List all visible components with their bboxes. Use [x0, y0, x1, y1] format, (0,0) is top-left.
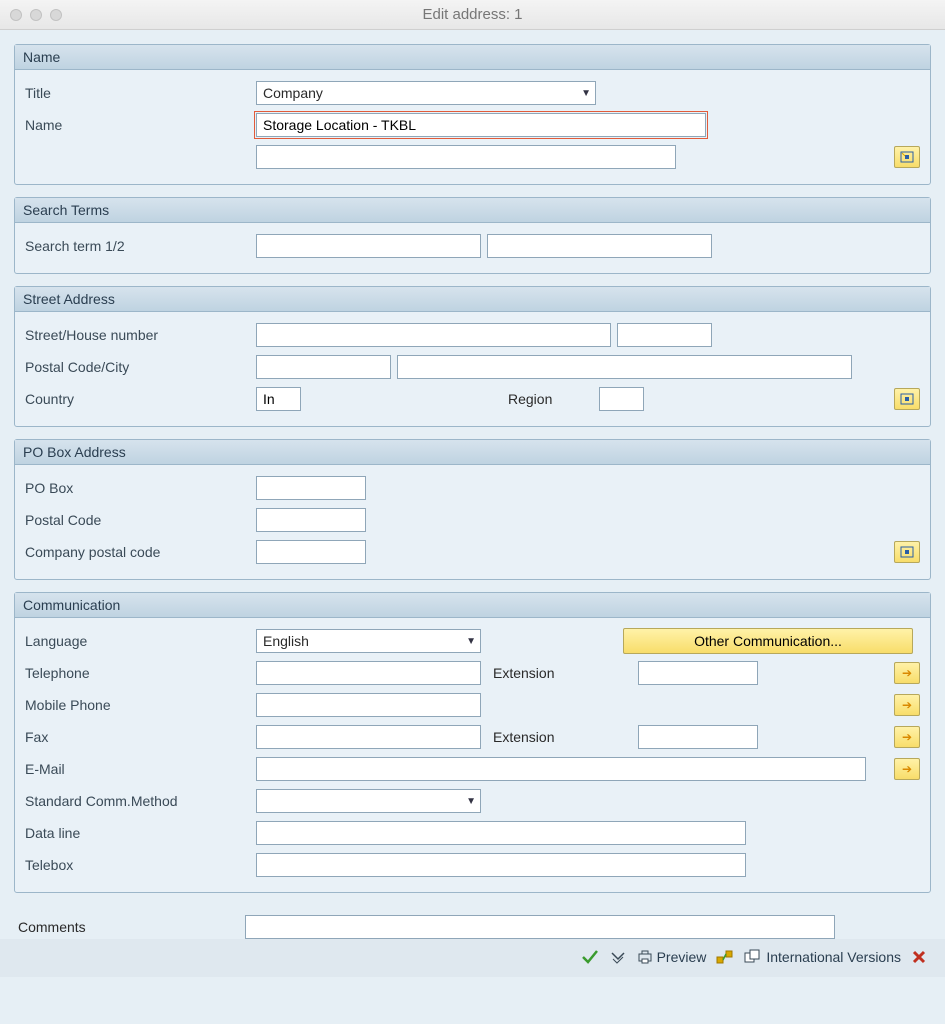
- communication-header: Communication: [15, 593, 930, 618]
- pobox-label: PO Box: [25, 480, 250, 496]
- country-label: Country: [25, 391, 250, 407]
- expand-street-icon[interactable]: [894, 388, 920, 410]
- language-select[interactable]: English ▼: [256, 629, 481, 653]
- link-icon: [716, 949, 734, 965]
- cancel-button[interactable]: [911, 949, 927, 965]
- search-terms-group: Search Terms Search term 1/2: [14, 197, 931, 274]
- search-term2-input[interactable]: [487, 234, 712, 258]
- company-postal-label: Company postal code: [25, 544, 250, 560]
- country-input[interactable]: [256, 387, 301, 411]
- preview-button[interactable]: Preview: [637, 949, 707, 965]
- dataline-label: Data line: [25, 825, 250, 841]
- std-comm-select[interactable]: ▼: [256, 789, 481, 813]
- name-label: Name: [25, 117, 250, 133]
- versions-icon: [744, 949, 762, 965]
- fax-label: Fax: [25, 729, 250, 745]
- close-icon: [911, 949, 927, 965]
- email-label: E-Mail: [25, 761, 250, 777]
- name2-input[interactable]: [256, 145, 676, 169]
- expand-pobox-icon[interactable]: [894, 541, 920, 563]
- fax-more-icon[interactable]: ➔: [894, 726, 920, 748]
- comments-input[interactable]: [245, 915, 835, 939]
- city-input[interactable]: [397, 355, 852, 379]
- chevron-down-icon: ▼: [466, 636, 476, 647]
- std-comm-label: Standard Comm.Method: [25, 793, 250, 809]
- telephone-input[interactable]: [256, 661, 481, 685]
- title-select[interactable]: Company ▼: [256, 81, 596, 105]
- mobile-input[interactable]: [256, 693, 481, 717]
- pobox-postal-label: Postal Code: [25, 512, 250, 528]
- other-communication-button[interactable]: Other Communication...: [623, 628, 913, 654]
- search-terms-header: Search Terms: [15, 198, 930, 223]
- telebox-label: Telebox: [25, 857, 250, 873]
- company-postal-input[interactable]: [256, 540, 366, 564]
- name-group: Name Title Company ▼ Name: [14, 44, 931, 185]
- fax-input[interactable]: [256, 725, 481, 749]
- pobox-postal-input[interactable]: [256, 508, 366, 532]
- chevron-down-icon: ▼: [466, 796, 476, 807]
- house-number-input[interactable]: [617, 323, 712, 347]
- undo-icon: [609, 949, 627, 965]
- search-term1-input[interactable]: [256, 234, 481, 258]
- window-titlebar: Edit address: 1: [0, 0, 945, 30]
- communication-group: Communication Language English ▼ Other C…: [14, 592, 931, 893]
- region-label: Region: [508, 391, 593, 407]
- tel-extension-input[interactable]: [638, 661, 758, 685]
- pobox-input[interactable]: [256, 476, 366, 500]
- postal-code-input[interactable]: [256, 355, 391, 379]
- accept-button[interactable]: [581, 949, 599, 965]
- chevron-down-icon: ▼: [581, 88, 591, 99]
- tel-more-icon[interactable]: ➔: [894, 662, 920, 684]
- region-input[interactable]: [599, 387, 644, 411]
- name-input[interactable]: [256, 113, 706, 137]
- fax-extension-label: Extension: [487, 729, 632, 745]
- international-versions-button[interactable]: International Versions: [744, 949, 901, 965]
- bottom-toolbar: Preview International Versions: [0, 939, 945, 977]
- dataline-input[interactable]: [256, 821, 746, 845]
- title-select-value: Company: [263, 85, 323, 101]
- mobile-label: Mobile Phone: [25, 697, 250, 713]
- telebox-input[interactable]: [256, 853, 746, 877]
- title-label: Title: [25, 85, 250, 101]
- reset-button[interactable]: [609, 949, 627, 965]
- street-address-header: Street Address: [15, 287, 930, 312]
- street-address-group: Street Address Street/House number Posta…: [14, 286, 931, 427]
- email-input[interactable]: [256, 757, 866, 781]
- email-more-icon[interactable]: ➔: [894, 758, 920, 780]
- search-term-label: Search term 1/2: [25, 238, 250, 254]
- street-input[interactable]: [256, 323, 611, 347]
- pobox-group: PO Box Address PO Box Postal Code Compan…: [14, 439, 931, 580]
- fax-extension-input[interactable]: [638, 725, 758, 749]
- comments-label: Comments: [14, 919, 239, 935]
- telephone-label: Telephone: [25, 665, 250, 681]
- pobox-header: PO Box Address: [15, 440, 930, 465]
- language-label: Language: [25, 633, 250, 649]
- name-group-header: Name: [15, 45, 930, 70]
- language-select-value: English: [263, 633, 309, 649]
- expand-name-icon[interactable]: [894, 146, 920, 168]
- mobile-more-icon[interactable]: ➔: [894, 694, 920, 716]
- street-label: Street/House number: [25, 327, 250, 343]
- address-check-button[interactable]: [716, 949, 734, 965]
- window-title: Edit address: 1: [0, 6, 945, 23]
- postal-city-label: Postal Code/City: [25, 359, 250, 375]
- preview-label: Preview: [657, 949, 707, 965]
- check-icon: [581, 949, 599, 965]
- international-versions-label: International Versions: [766, 949, 901, 965]
- tel-extension-label: Extension: [487, 665, 632, 681]
- print-icon: [637, 949, 653, 965]
